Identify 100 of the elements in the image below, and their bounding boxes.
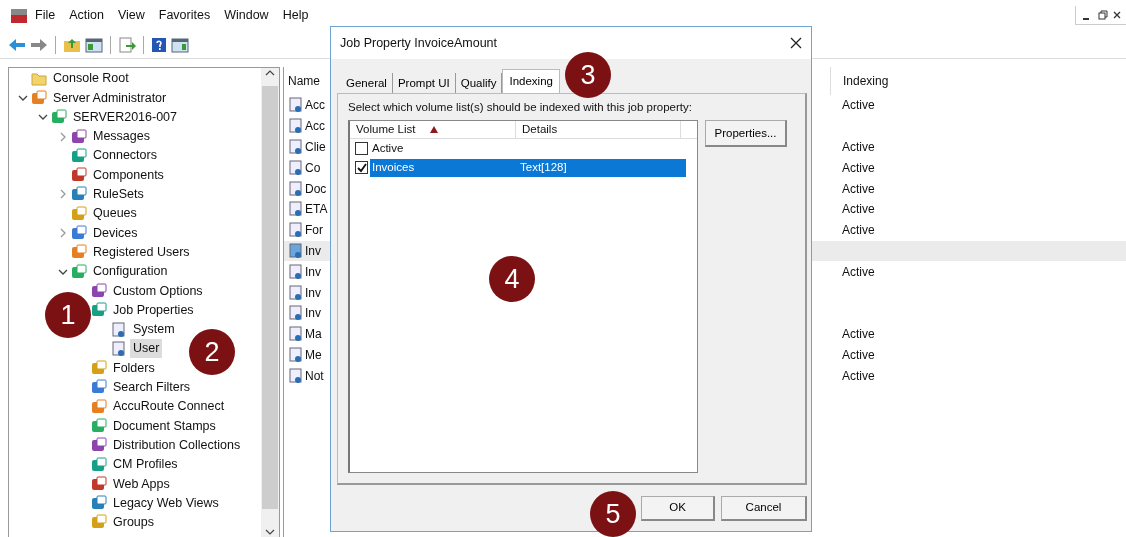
tree-item[interactable]: Console Root (50, 69, 132, 88)
menu-item[interactable]: Favorites (151, 6, 218, 25)
list-cell[interactable]: Clie (305, 138, 326, 156)
scroll-down-icon[interactable] (265, 527, 275, 537)
tree-item[interactable]: User (130, 339, 163, 359)
tab[interactable]: Indexing (502, 69, 560, 93)
list-cell[interactable]: For (305, 221, 323, 240)
tree-item[interactable]: AccuRoute Connect (110, 397, 228, 417)
list-cell: Active (842, 160, 875, 175)
node-icon (91, 437, 107, 454)
tree-item[interactable]: SERVER2016-007 (70, 107, 180, 127)
tree-item[interactable]: CM Profiles (110, 455, 181, 474)
list-cell[interactable]: Doc (305, 179, 327, 198)
list-cell: Active (842, 140, 875, 154)
document-icon (288, 284, 304, 301)
node-icon (51, 109, 67, 126)
checkbox[interactable] (355, 142, 368, 156)
tree-item[interactable]: Custom Options (110, 281, 206, 301)
tree-item[interactable]: Web Apps (110, 474, 173, 494)
list-cell: Active (842, 264, 875, 279)
list-cell[interactable]: Acc (305, 117, 325, 136)
node-icon (91, 456, 107, 473)
tree-item[interactable]: Server Administrator (50, 88, 170, 108)
tree-item[interactable]: Distribution Collections (110, 435, 244, 455)
properties-button[interactable]: Properties... (705, 120, 787, 148)
list-cell[interactable]: Me (305, 345, 322, 364)
node-icon (91, 495, 107, 512)
tree-item[interactable]: Search Filters (110, 378, 194, 397)
list-cell-text: Text[128] (520, 160, 567, 176)
chevron-right-icon[interactable] (58, 131, 68, 142)
tree-item[interactable]: Messages (90, 127, 153, 146)
tree-item[interactable]: Legacy Web Views (110, 493, 222, 513)
list-cell[interactable]: ETA (305, 200, 328, 219)
ok-button[interactable]: OK (641, 495, 715, 521)
node-icon (91, 379, 107, 396)
list-cell: Active (842, 181, 875, 196)
list-cell[interactable]: Co (305, 158, 321, 177)
action-pane-icon[interactable] (171, 36, 189, 53)
scrollbar[interactable] (261, 68, 279, 537)
list-cell: Active (842, 347, 875, 362)
column-header[interactable]: Indexing (843, 72, 889, 90)
checkbox[interactable] (355, 161, 368, 175)
tree-item[interactable]: Components (90, 165, 167, 185)
show-tree-icon[interactable] (85, 36, 103, 53)
document-icon (288, 346, 304, 363)
document-icon (288, 201, 304, 218)
dialog-title: Job Property InvoiceAmount (340, 34, 498, 52)
list-cell: Active (842, 327, 875, 342)
tree-item[interactable]: RuleSets (90, 185, 147, 204)
scroll-up-icon[interactable] (265, 68, 275, 78)
step-number-marker: 1 (45, 292, 91, 338)
document-icon (288, 159, 304, 176)
close-icon[interactable] (789, 36, 803, 50)
forward-arrow-icon[interactable] (30, 37, 48, 52)
menu-item[interactable]: Window (217, 6, 276, 25)
tree-item[interactable]: Groups (110, 513, 157, 532)
list-cell[interactable]: Inv (305, 283, 321, 302)
selected-row[interactable]: Invoices Text[128] (370, 158, 686, 177)
document-icon (288, 326, 304, 343)
node-icon (71, 167, 87, 184)
cancel-button[interactable]: Cancel (721, 495, 807, 521)
up-folder-icon[interactable] (63, 36, 81, 53)
list-cell[interactable]: Ma (305, 325, 322, 344)
list-cell: Active (842, 368, 875, 383)
menu-item[interactable]: Action (62, 6, 111, 25)
tree-item[interactable]: Queues (90, 204, 140, 224)
folder-icon (31, 71, 47, 86)
column-header[interactable]: Name (288, 72, 320, 90)
column-header[interactable]: Details (522, 121, 558, 139)
node-icon (71, 205, 87, 222)
step-number-marker: 2 (189, 329, 235, 375)
export-list-icon[interactable] (118, 36, 136, 53)
back-arrow-icon[interactable] (8, 37, 26, 52)
menu-item[interactable]: File (28, 6, 63, 25)
tree-item[interactable]: Devices (90, 223, 141, 243)
column-header[interactable]: Volume List (356, 121, 416, 139)
menu-item[interactable]: View (110, 6, 152, 25)
tree-item[interactable]: Document Stamps (110, 416, 219, 436)
app-icon (10, 7, 28, 24)
list-cell[interactable]: Not (305, 366, 324, 385)
tree-item[interactable]: System (130, 320, 178, 339)
tree-item[interactable]: Folders (110, 358, 158, 378)
tree-item[interactable]: Job Properties (110, 300, 197, 320)
menu-item[interactable]: Help (275, 6, 316, 25)
node-icon (91, 418, 107, 434)
document-icon (288, 305, 304, 322)
tree-item[interactable]: Connectors (90, 146, 160, 166)
list-cell[interactable]: Inv (305, 241, 321, 260)
help-icon[interactable] (151, 36, 167, 53)
node-icon (91, 398, 107, 415)
restore-icon[interactable] (1096, 8, 1110, 22)
chevron-right-icon[interactable] (58, 189, 68, 200)
list-cell[interactable]: Inv (305, 304, 321, 323)
list-cell[interactable]: Acc (305, 96, 325, 115)
chevron-right-icon[interactable] (58, 228, 68, 238)
tree-item[interactable]: Registered Users (90, 242, 193, 262)
check-icon (356, 162, 367, 173)
document-icon (288, 180, 304, 197)
tree-item[interactable]: Configuration (90, 262, 171, 281)
list-cell[interactable]: Inv (305, 262, 321, 281)
